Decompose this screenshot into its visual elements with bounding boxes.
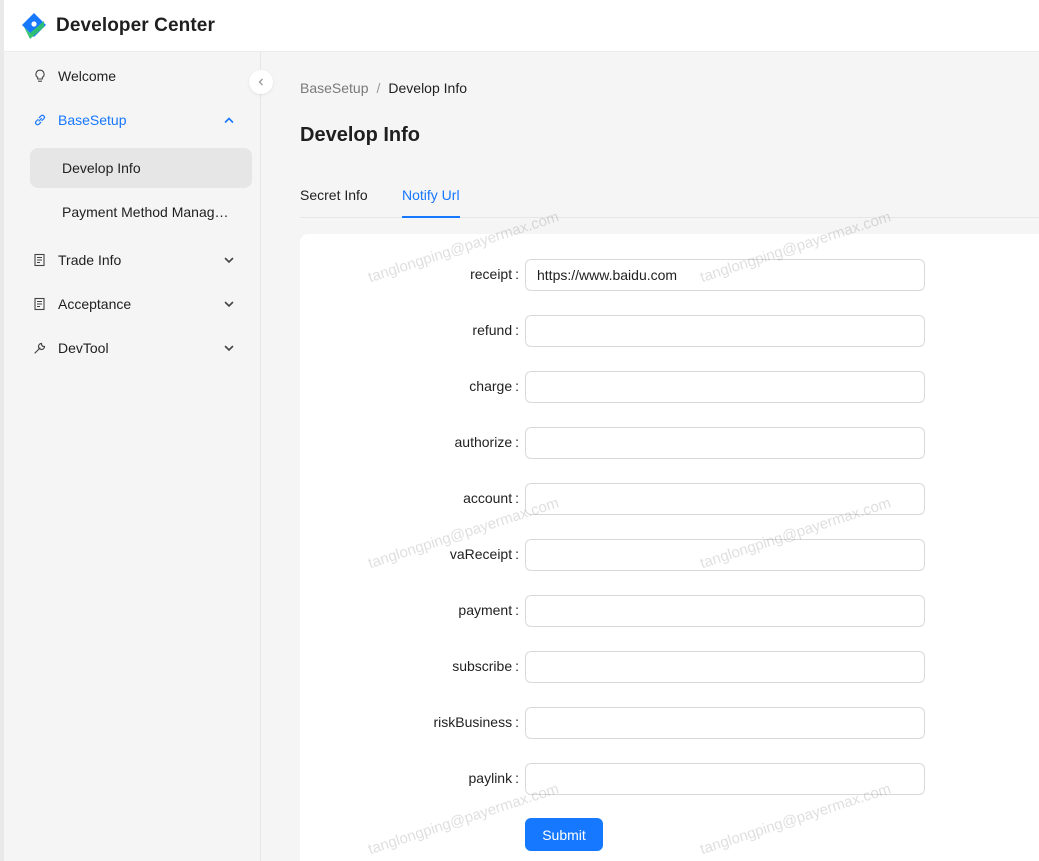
sidebar-item-label: Develop Info: [62, 160, 141, 176]
document-icon: [32, 252, 48, 268]
account-url-input[interactable]: [525, 483, 925, 515]
field-label: account:: [463, 490, 519, 506]
developer-center-logo-icon: [22, 12, 46, 39]
refund-url-input[interactable]: [525, 315, 925, 347]
tab-bar: Secret Info Notify Url: [300, 176, 1039, 218]
sidebar-item-label: Payment Method Management: [62, 204, 234, 220]
breadcrumb-link-basesetup[interactable]: BaseSetup: [300, 80, 369, 96]
chevron-up-icon: [224, 117, 234, 123]
tab-secret-info[interactable]: Secret Info: [300, 187, 368, 218]
form-row-refund: refund:: [300, 315, 1039, 347]
form-row-vareceipt: vaReceipt:: [300, 539, 1039, 571]
sidebar-item-welcome[interactable]: Welcome: [30, 56, 252, 96]
authorize-url-input[interactable]: [525, 427, 925, 459]
form-row-account: account:: [300, 483, 1039, 515]
sidebar-item-label: DevTool: [58, 340, 109, 356]
field-label: paylink:: [468, 770, 519, 786]
field-label: vaReceipt:: [449, 546, 519, 562]
chevron-down-icon: [224, 345, 234, 352]
field-label: charge:: [469, 378, 519, 394]
notify-url-form-card: receipt: refund: charge: authorize: acco…: [300, 234, 1039, 861]
receipt-url-input[interactable]: [525, 259, 925, 291]
field-label: receipt:: [470, 266, 519, 282]
form-row-charge: charge:: [300, 371, 1039, 403]
field-label: payment:: [458, 602, 519, 618]
bulb-icon: [32, 68, 48, 84]
breadcrumb-separator: /: [376, 80, 381, 96]
sidebar-item-label: Acceptance: [58, 296, 132, 312]
subscribe-url-input[interactable]: [525, 651, 925, 683]
sidebar-item-devtool[interactable]: DevTool: [30, 328, 252, 368]
app-title: Developer Center: [56, 14, 215, 36]
paylink-url-input[interactable]: [525, 763, 925, 795]
sidebar-item-develop-info[interactable]: Develop Info: [30, 148, 252, 188]
payment-url-input[interactable]: [525, 595, 925, 627]
chevron-down-icon: [224, 257, 234, 264]
sidebar-collapse-button[interactable]: [249, 70, 273, 94]
submit-button[interactable]: Submit: [525, 818, 603, 851]
riskbusiness-url-input[interactable]: [525, 707, 925, 739]
field-label: authorize:: [454, 434, 519, 450]
sidebar-item-trade-info[interactable]: Trade Info: [30, 240, 252, 280]
sidebar-item-label: Welcome: [58, 68, 117, 84]
tab-notify-url[interactable]: Notify Url: [402, 187, 460, 218]
page-title: Develop Info: [300, 124, 421, 146]
chevron-down-icon: [224, 301, 234, 308]
document-icon: [32, 296, 48, 312]
form-row-payment: payment:: [300, 595, 1039, 627]
sidebar-item-payment-method-management[interactable]: Payment Method Management: [30, 192, 252, 232]
sidebar-item-label: BaseSetup: [58, 112, 127, 128]
form-row-authorize: authorize:: [300, 427, 1039, 459]
app-header: Developer Center: [0, 0, 1039, 52]
field-label: subscribe:: [452, 658, 519, 674]
field-label: riskBusiness:: [433, 714, 519, 730]
breadcrumb-current: Develop Info: [388, 80, 467, 96]
form-row-paylink: paylink:: [300, 763, 1039, 795]
sidebar-item-basesetup[interactable]: BaseSetup: [30, 100, 252, 140]
chevron-left-icon: [258, 78, 263, 86]
wrench-icon: [32, 340, 48, 356]
form-row-subscribe: subscribe:: [300, 651, 1039, 683]
sidebar: Welcome BaseSetup Develop Info Payment M…: [0, 52, 261, 861]
link-icon: [32, 112, 48, 128]
form-row-riskbusiness: riskBusiness:: [300, 707, 1039, 739]
breadcrumb: BaseSetup / Develop Info: [300, 80, 467, 96]
form-row-receipt: receipt:: [300, 259, 1039, 291]
field-label: refund:: [472, 322, 519, 338]
sidebar-item-acceptance[interactable]: Acceptance: [30, 284, 252, 324]
vareceipt-url-input[interactable]: [525, 539, 925, 571]
charge-url-input[interactable]: [525, 371, 925, 403]
sidebar-item-label: Trade Info: [58, 252, 122, 268]
